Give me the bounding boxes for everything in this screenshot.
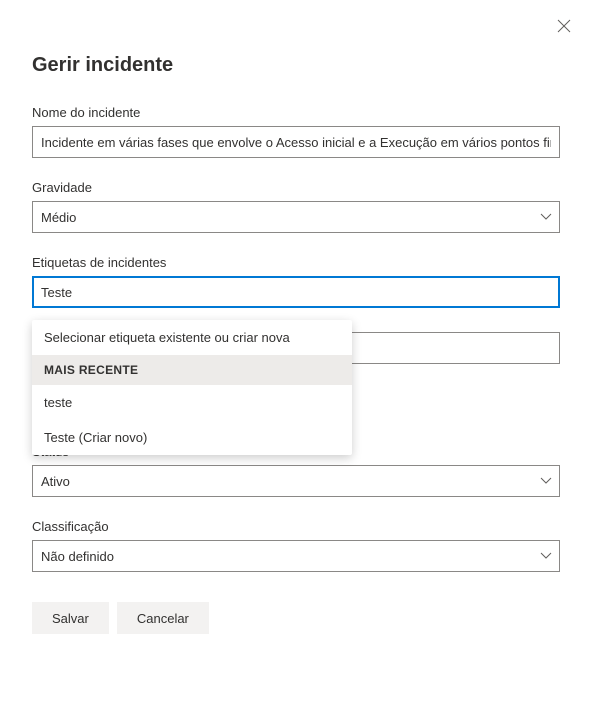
dropdown-section-label: MAIS RECENTE [32,355,352,385]
severity-value: Médio [41,210,76,225]
cancel-button[interactable]: Cancelar [117,602,209,634]
close-icon [557,19,571,38]
severity-label: Gravidade [32,180,560,195]
dropdown-item[interactable]: Teste (Criar novo) [32,420,352,455]
incident-name-label: Nome do incidente [32,105,560,120]
status-value: Ativo [41,474,70,489]
classification-group: Classificação Não definido [32,519,560,572]
button-row: Salvar Cancelar [32,602,560,634]
incident-name-group: Nome do incidente [32,105,560,158]
tags-label: Etiquetas de incidentes [32,255,560,270]
incident-name-input[interactable] [32,126,560,158]
classification-label: Classificação [32,519,560,534]
tags-group: Etiquetas de incidentes [32,255,560,308]
status-select[interactable]: Ativo [32,465,560,497]
severity-group: Gravidade Médio [32,180,560,233]
close-button[interactable] [552,16,576,40]
tags-input[interactable] [32,276,560,308]
dropdown-header: Selecionar etiqueta existente ou criar n… [32,320,352,355]
save-button[interactable]: Salvar [32,602,109,634]
classification-value: Não definido [41,549,114,564]
dialog-title: Gerir incidente [32,54,560,77]
severity-select[interactable]: Médio [32,201,560,233]
tags-dropdown: Selecionar etiqueta existente ou criar n… [32,320,352,455]
classification-select-wrapper: Não definido [32,540,560,572]
severity-select-wrapper: Médio [32,201,560,233]
dropdown-item[interactable]: teste [32,385,352,420]
classification-select[interactable]: Não definido [32,540,560,572]
status-select-wrapper: Ativo [32,465,560,497]
